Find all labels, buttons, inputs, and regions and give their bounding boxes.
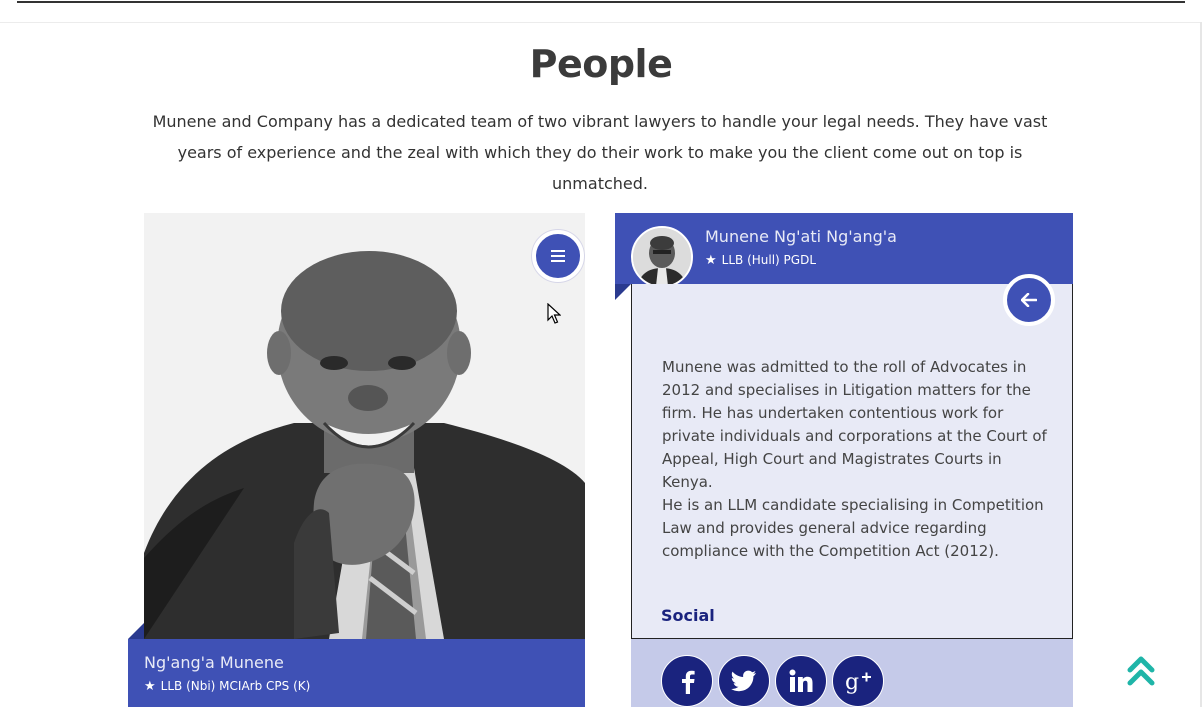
twitter-button[interactable] [718, 655, 770, 707]
person-qualifications: ★ LLB (Nbi) MCIArb CPS (K) [144, 679, 569, 693]
person-photo [144, 213, 585, 639]
mouse-cursor [547, 303, 561, 324]
person-name: Ng'ang'a Munene [144, 653, 284, 672]
social-bar: g [631, 639, 1073, 707]
back-button[interactable] [1003, 274, 1055, 326]
facebook-button[interactable] [661, 655, 713, 707]
svg-text:g: g [845, 670, 859, 694]
google-plus-icon: g [845, 670, 871, 694]
person-card-2: Munene Ng'ati Ng'ang'a ★ LLB (Hull) PGDL… [615, 213, 1073, 707]
card-fold-corner [615, 284, 631, 300]
page-title: People [529, 42, 673, 86]
person-header: Munene Ng'ati Ng'ang'a ★ LLB (Hull) PGDL [615, 213, 1073, 288]
double-chevron-up-icon [1127, 656, 1155, 686]
qualifications-text: LLB (Nbi) MCIArb CPS (K) [160, 679, 311, 693]
star-icon: ★ [144, 678, 156, 694]
menu-icon [551, 250, 565, 262]
header-divider [17, 0, 1185, 3]
card-fold-corner [128, 623, 144, 639]
bio-panel: Munene was admitted to the roll of Advoc… [631, 284, 1073, 639]
person-name-bar: Ng'ang'a Munene ★ LLB (Nbi) MCIArb CPS (… [128, 639, 585, 707]
star-icon: ★ [705, 252, 717, 268]
intro-text: Munene and Company has a dedicated team … [152, 112, 1048, 193]
person-qualifications: ★ LLB (Hull) PGDL [705, 253, 897, 267]
social-heading: Social [661, 606, 715, 625]
menu-button[interactable] [532, 230, 584, 282]
bio-paragraph: Munene was admitted to the roll of Advoc… [662, 358, 1047, 491]
qualifications-text: LLB (Hull) PGDL [721, 253, 817, 267]
linkedin-button[interactable] [775, 655, 827, 707]
bio-text: Munene was admitted to the roll of Advoc… [662, 356, 1052, 563]
scroll-to-top-button[interactable] [1127, 654, 1155, 693]
person-card-1: Ng'ang'a Munene ★ LLB (Nbi) MCIArb CPS (… [128, 213, 585, 707]
facebook-icon [682, 670, 695, 694]
linkedin-icon [789, 669, 813, 692]
google-plus-button[interactable]: g [832, 655, 884, 707]
avatar [631, 226, 693, 288]
twitter-icon [731, 670, 756, 692]
section-separator [0, 22, 1202, 23]
arrow-left-icon [1021, 293, 1037, 307]
bio-paragraph: He is an LLM candidate specialising in C… [662, 496, 1044, 560]
person-name: Munene Ng'ati Ng'ang'a [705, 227, 897, 246]
person-heading: Munene Ng'ati Ng'ang'a ★ LLB (Hull) PGDL [705, 227, 897, 267]
